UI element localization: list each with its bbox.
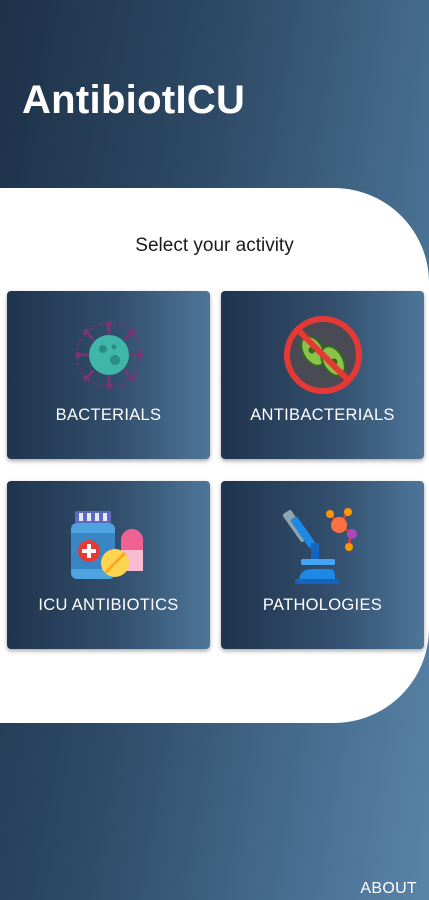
pathologies-card[interactable]: PATHOLOGIES — [221, 481, 424, 649]
app-title: AntibiotICU — [22, 78, 246, 122]
antibacterials-label: ANTIBACTERIALS — [250, 406, 395, 424]
no-bacteria-icon — [283, 316, 362, 394]
bacteria-icon — [74, 321, 143, 389]
bacterials-label: BACTERIALS — [55, 406, 162, 424]
bacterials-card[interactable]: BACTERIALS — [7, 291, 210, 459]
pathologies-label: PATHOLOGIES — [262, 596, 383, 614]
icu-antibiotics-card[interactable]: ICU ANTIBIOTICS — [7, 481, 210, 649]
microscope-icon — [282, 508, 357, 584]
medicine-icon — [70, 511, 143, 579]
activity-prompt: Select your activity — [135, 235, 294, 256]
icu-antibiotics-label: ICU ANTIBIOTICS — [38, 596, 179, 614]
antibacterials-card[interactable]: ANTIBACTERIALS — [221, 291, 424, 459]
about-button[interactable]: ABOUT — [360, 880, 417, 898]
